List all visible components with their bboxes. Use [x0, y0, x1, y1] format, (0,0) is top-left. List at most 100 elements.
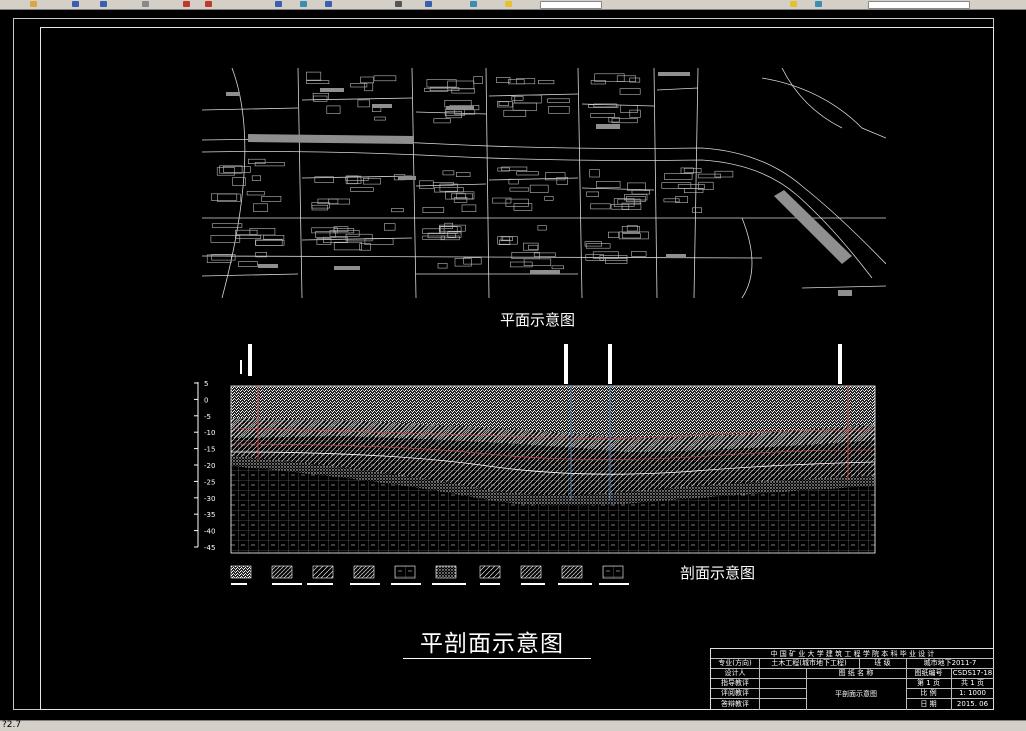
- building-outline: [547, 98, 570, 103]
- building-outline: [616, 75, 636, 82]
- building-outline: [498, 101, 509, 106]
- building-outline: [664, 173, 693, 180]
- legend-swatch: [479, 565, 501, 585]
- tb-major-value: 土木工程(城市地下工程): [771, 659, 847, 667]
- building-outline: [605, 258, 628, 264]
- tb-advisor-label: 指导教评: [721, 679, 749, 687]
- building-outline: [473, 76, 483, 84]
- building-outline: [247, 158, 266, 164]
- tb-scale-label: 比 例: [920, 689, 937, 697]
- toolbar-layer-icon[interactable]: [300, 1, 307, 7]
- building-outline: [590, 203, 611, 210]
- toolbar-color-dropdown[interactable]: [868, 1, 970, 9]
- toolbar-text-icon[interactable]: [275, 1, 282, 7]
- building-outline: [419, 180, 434, 189]
- building-outline: [306, 80, 330, 84]
- building-outline: [326, 105, 341, 114]
- toolbar-pan-icon[interactable]: [205, 1, 212, 7]
- legend-swatch: [432, 565, 466, 585]
- building-outline: [263, 235, 285, 240]
- toolbar-properties-icon[interactable]: [790, 1, 797, 7]
- toolbar-bulb-icon[interactable]: [505, 1, 512, 7]
- building-outline: [255, 239, 283, 246]
- building-outline: [350, 187, 374, 192]
- depth-tick-label: -25: [204, 478, 215, 486]
- building-outline: [333, 226, 349, 232]
- building-outline: [551, 265, 564, 270]
- building-outline: [235, 235, 262, 239]
- building-outline: [328, 198, 350, 205]
- depth-tick-label: 0: [204, 396, 208, 404]
- legend-swatch: [230, 565, 252, 585]
- toolbar-match-icon[interactable]: [815, 1, 822, 7]
- toolbar-cut-icon[interactable]: [142, 1, 149, 7]
- toolbar-block-icon[interactable]: [325, 1, 332, 7]
- toolbar-open-icon[interactable]: [30, 1, 37, 7]
- building-outline: [509, 261, 533, 268]
- plan-map-drawing: [202, 68, 886, 298]
- tb-school: 中 国 矿 业 大 学 建 筑 工 程 学 院 本 科 毕 业 设 计: [770, 649, 935, 658]
- tb-class-label: 班 级: [874, 659, 891, 667]
- building-outline: [492, 197, 512, 204]
- section-strata: [230, 385, 876, 554]
- building-outline: [461, 204, 477, 212]
- tb-sheet-total: 共 1 页: [961, 679, 984, 687]
- building-outline: [590, 80, 606, 85]
- tb-major-label: 专业(方向): [718, 659, 752, 667]
- building-outline: [537, 225, 547, 231]
- building-outline: [317, 198, 339, 204]
- legend-swatch: [558, 565, 592, 585]
- building-outline: [323, 236, 348, 243]
- tb-drawing-no-value: CSDS17-18: [952, 669, 993, 677]
- tb-scale-value: 1: 1000: [959, 689, 986, 697]
- toolbar-print-icon[interactable]: [100, 1, 107, 7]
- depth-axis: 5 0 -5 -10 -15 -20 -25 -30 -35 -40 -45: [194, 380, 215, 552]
- toolbar-save-icon[interactable]: [72, 1, 79, 7]
- toolbar-layer-dropdown[interactable]: [540, 1, 602, 9]
- building-outline: [333, 241, 362, 251]
- borehole-markers: [240, 344, 842, 384]
- building-outline: [251, 175, 262, 181]
- depth-tick-label: -15: [204, 446, 215, 454]
- toolbar-help-icon[interactable]: [425, 1, 432, 7]
- building-outline: [496, 101, 513, 108]
- building-outline: [445, 110, 462, 119]
- building-outline: [374, 116, 386, 121]
- borehole-marker: [608, 344, 612, 384]
- depth-tick-label: -45: [204, 544, 215, 552]
- toolbar-table-icon[interactable]: [395, 1, 402, 7]
- borehole-marker: [240, 360, 242, 374]
- legend-swatch: [350, 565, 380, 585]
- legend-swatch: [271, 565, 302, 585]
- building-outline: [621, 233, 641, 239]
- plan-map: [202, 68, 886, 298]
- toolbar-layer-state-icon[interactable]: [470, 1, 477, 7]
- building-outline: [254, 162, 285, 167]
- building-outline: [509, 187, 530, 192]
- building-outline: [590, 113, 616, 118]
- building-outline: [384, 223, 396, 231]
- building-outline: [313, 95, 328, 102]
- building-outline: [246, 191, 265, 196]
- building-outline: [631, 251, 647, 257]
- building-outline: [608, 117, 620, 123]
- depth-tick-label: -20: [204, 462, 215, 470]
- building-outline: [511, 252, 540, 260]
- tb-date-label: 日 期: [920, 700, 937, 708]
- building-outline: [433, 118, 451, 124]
- building-outline: [631, 190, 651, 195]
- tb-defense-label: 答辩教评: [721, 700, 749, 708]
- depth-tick-label: -40: [204, 528, 215, 536]
- status-bar: ?2.7: [0, 720, 1026, 731]
- tb-reviewer-label: 评阅教评: [721, 689, 749, 697]
- building-outline: [589, 169, 600, 178]
- legend-swatch: [307, 565, 334, 585]
- building-outline: [533, 252, 556, 257]
- toolbar-zoom-icon[interactable]: [183, 1, 190, 7]
- building-outline: [456, 193, 466, 199]
- building-outline: [261, 196, 282, 202]
- tb-drawing-name-label: 图 纸 名 称: [838, 669, 874, 677]
- plan-title: 平面示意图: [500, 311, 576, 329]
- building-outline: [253, 203, 268, 212]
- building-outline: [373, 75, 397, 82]
